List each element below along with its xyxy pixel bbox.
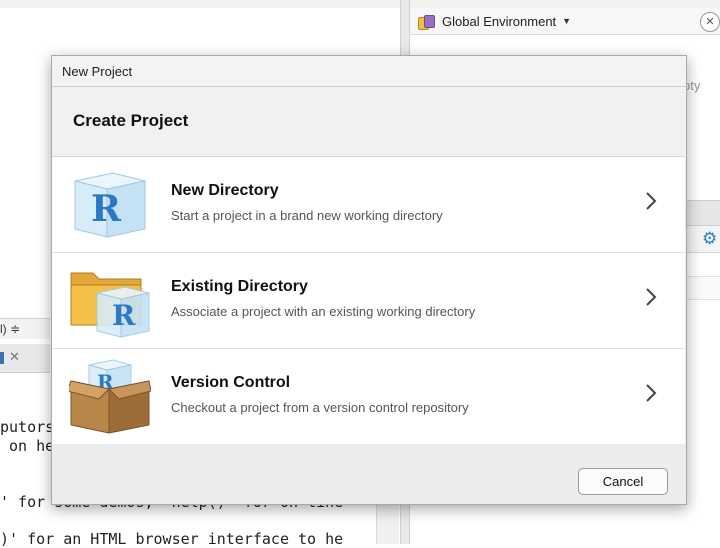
close-circle-icon[interactable]: ✕ [700,12,720,32]
dialog-title: New Project [52,56,686,87]
console-scope-selector[interactable]: l) ≑ [0,318,50,339]
chevron-right-icon [646,384,657,402]
gear-icon[interactable]: ⚙ [702,230,720,248]
cancel-button[interactable]: Cancel [578,468,668,495]
svg-text:R: R [91,188,122,230]
option-title: Existing Directory [171,278,308,295]
tab-indicator [0,352,4,364]
chevron-right-icon [646,288,657,306]
new-directory-option[interactable]: R New Directory Start a project in a bra… [52,157,685,253]
caret-down-icon[interactable]: ▼ [562,16,571,26]
svg-text:R: R [112,299,136,332]
console-tab[interactable]: ✕ [0,344,50,373]
option-description: Associate a project with an existing wor… [171,304,476,319]
chevron-right-icon [646,192,657,210]
dialog-header: Create Project [52,87,686,157]
version-control-option[interactable]: R Version Control Checkout a project fro… [52,349,685,444]
project-type-list: R New Directory Start a project in a bra… [52,156,685,444]
console-line: )' for an HTML browser interface to he [0,530,344,548]
option-title: Version Control [171,374,291,391]
console-line: on he [0,437,55,455]
close-icon[interactable]: ✕ [9,349,20,365]
dialog-heading: Create Project [73,111,189,130]
r-cube-icon: R [74,172,146,238]
console-line: putors [0,418,55,436]
environment-selector[interactable]: Global Environment [442,14,556,29]
files-pane-tabs[interactable] [684,200,720,226]
new-project-dialog: New Project Create Project R New Directo… [51,55,687,505]
option-description: Checkout a project from a version contro… [171,400,469,415]
environment-toolbar: Global Environment ▼ ✕ [410,8,720,35]
box-r-cube-icon: R [69,359,151,434]
option-description: Start a project in a brand new working d… [171,208,443,223]
environment-icon [418,13,435,30]
option-title: New Directory [171,182,279,199]
existing-directory-option[interactable]: R Existing Directory Associate a project… [52,253,685,349]
files-list-header [684,276,720,300]
folder-r-cube-icon: R [70,272,150,338]
